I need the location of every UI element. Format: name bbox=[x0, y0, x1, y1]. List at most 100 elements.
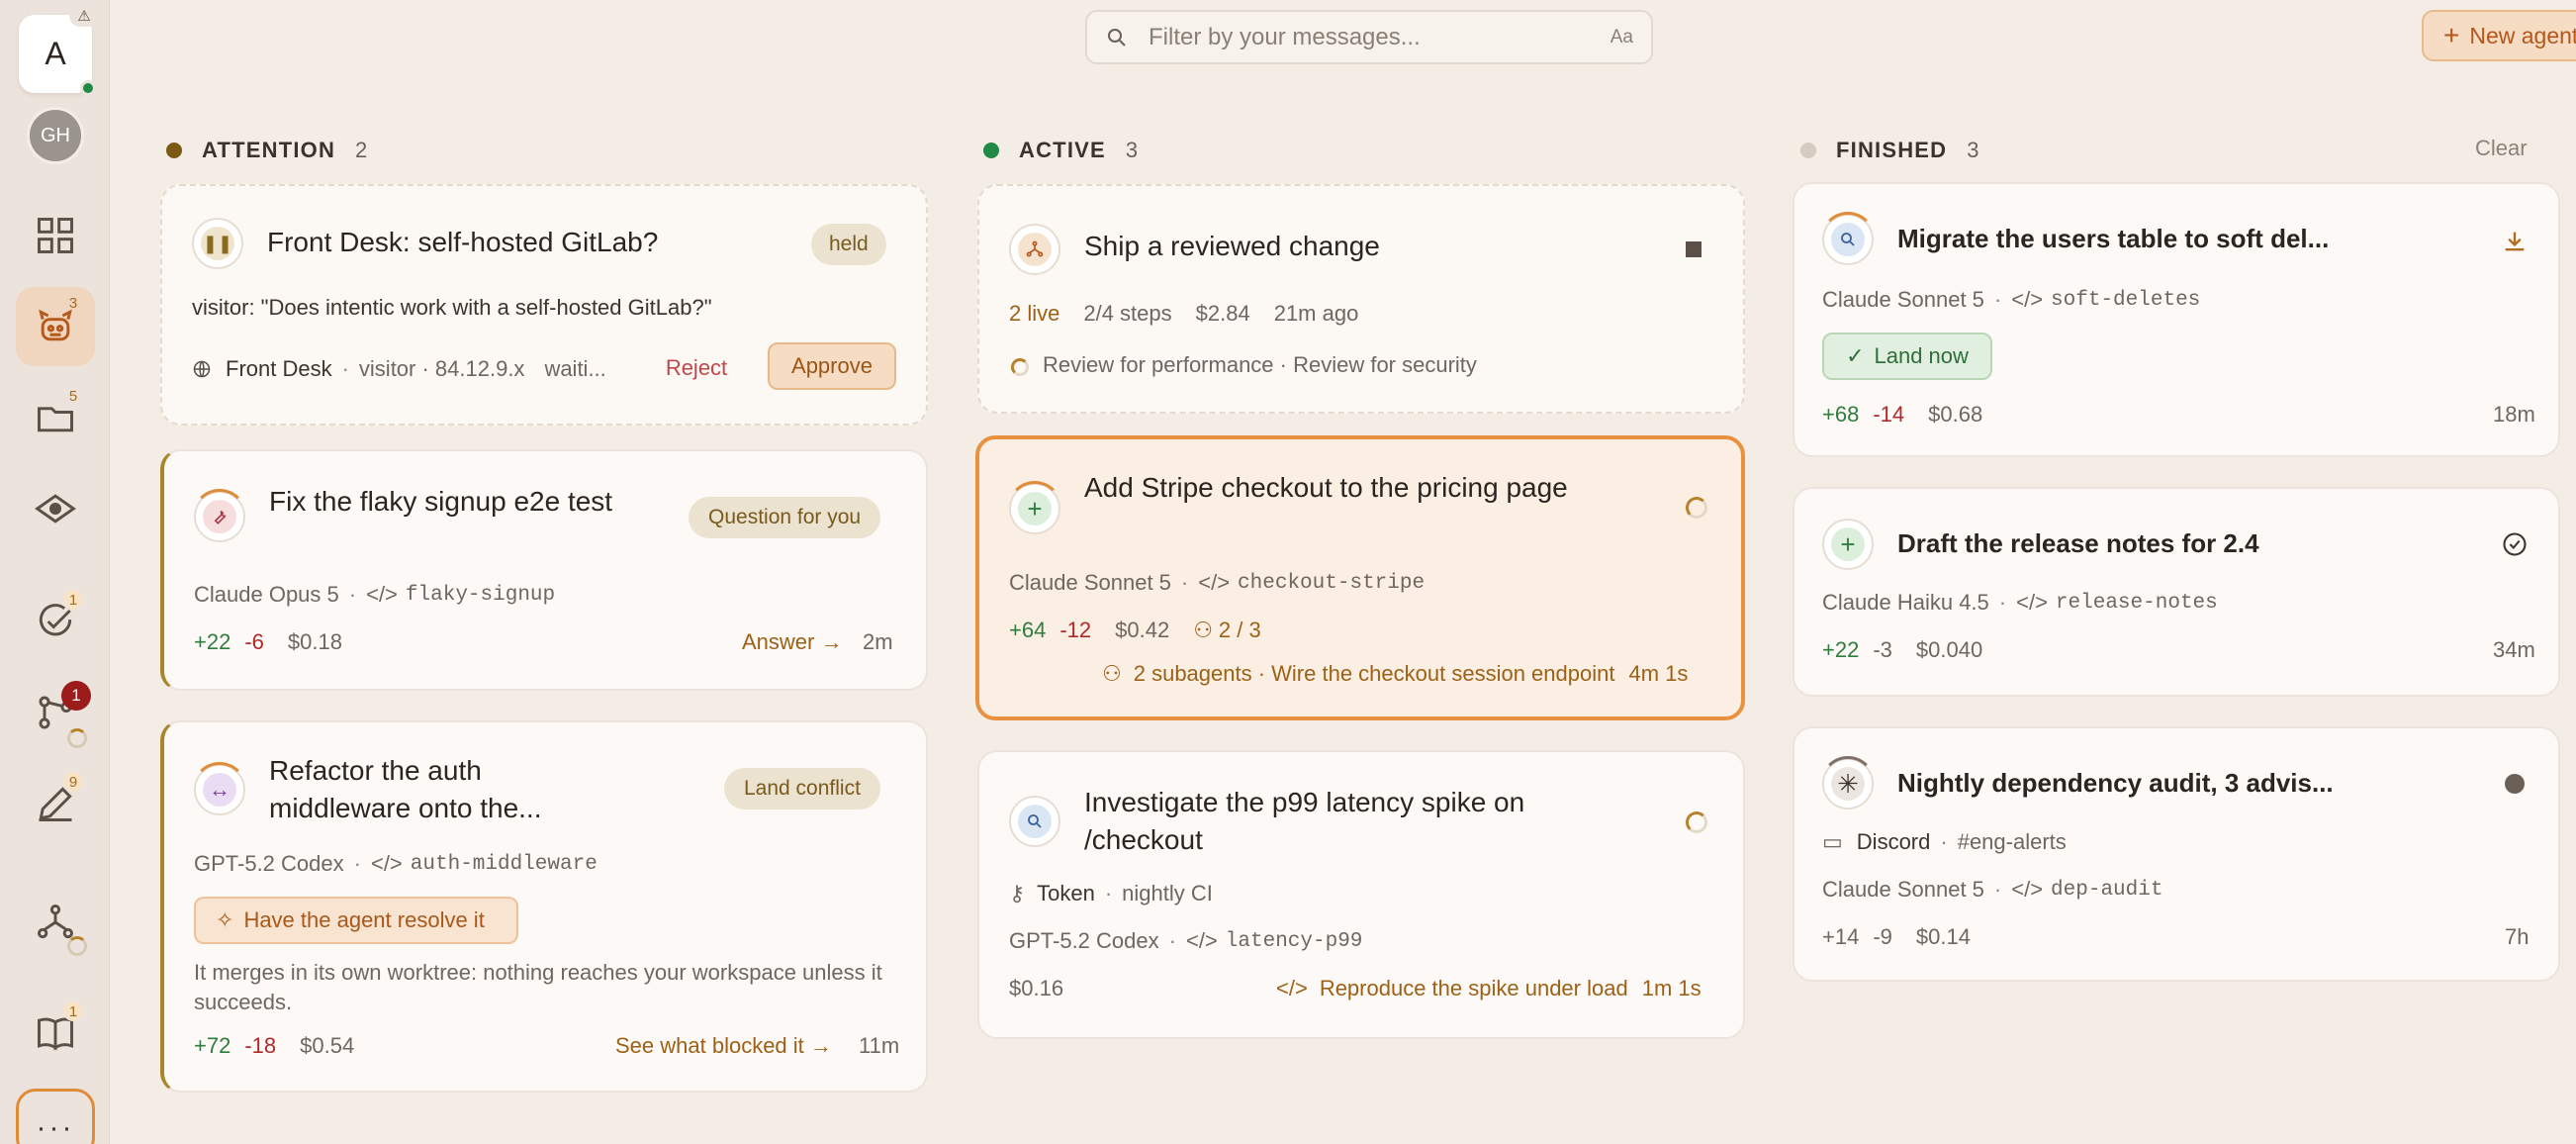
live-label: 2 live bbox=[1009, 301, 1060, 326]
cost-label: $0.040 bbox=[1915, 637, 1983, 662]
column-header-finished: FINISHED 3 bbox=[1800, 135, 1980, 166]
card-latency-spike[interactable]: Investigate the p99 latency spike on /ch… bbox=[977, 750, 1745, 1039]
source-label: Front Desk bbox=[226, 356, 332, 381]
search-input[interactable]: Filter by your messages... Aa bbox=[1085, 10, 1653, 64]
blocked-link[interactable]: See what blocked it → bbox=[615, 1033, 832, 1059]
nav-agents[interactable] bbox=[16, 287, 95, 366]
card-stats: +68 -14 $0.68 bbox=[1822, 402, 1982, 428]
card-flaky-signup[interactable]: Fix the flaky signup e2e test Question f… bbox=[160, 449, 928, 691]
resolve-label: Have the agent resolve it bbox=[243, 907, 485, 932]
time-label: 2m bbox=[863, 629, 893, 654]
card-status-icon bbox=[192, 489, 247, 542]
resolve-button[interactable]: ✧ Have the agent resolve it bbox=[194, 897, 518, 944]
card-meta: Claude Sonnet 5 · </> dep-audit bbox=[1822, 877, 2163, 902]
answer-link[interactable]: Answer → bbox=[742, 629, 842, 655]
sparkle-icon: ✧ bbox=[216, 907, 234, 932]
lines-added: +22 bbox=[1822, 637, 1860, 662]
pause-icon: ❚❚ bbox=[201, 227, 234, 260]
card-migrate-users[interactable]: Migrate the users table to soft del... C… bbox=[1793, 182, 2560, 457]
download-icon[interactable] bbox=[2501, 228, 2529, 255]
step-label: Reproduce the spike under load bbox=[1319, 976, 1628, 1001]
agent-count: 2 / 3 bbox=[1218, 618, 1261, 642]
new-agent-button[interactable]: + New agent bbox=[2422, 10, 2576, 61]
card-title: Migrate the users table to soft del... bbox=[1897, 224, 2330, 253]
steps-label: 2/4 steps bbox=[1083, 301, 1172, 326]
card-status-icon bbox=[1009, 796, 1060, 847]
card-status-icon: ❚❚ bbox=[192, 218, 243, 269]
time-label: 7h bbox=[2505, 924, 2530, 949]
nav-watch[interactable] bbox=[16, 469, 95, 548]
model-label: Claude Opus 5 bbox=[194, 582, 339, 607]
lines-deleted: -3 bbox=[1873, 637, 1892, 662]
card-stripe-checkout[interactable]: + Add Stripe checkout to the pricing pag… bbox=[975, 435, 1745, 720]
model-label: Claude Sonnet 5 bbox=[1822, 877, 1984, 902]
code-icon: </> bbox=[1185, 928, 1218, 953]
land-now-label: Land now bbox=[1874, 343, 1969, 368]
warning-icon[interactable]: ⚠ bbox=[69, 5, 99, 27]
code-icon: </> bbox=[2011, 877, 2044, 902]
branch-label: auth-middleware bbox=[410, 852, 598, 876]
branch-label: latency-p99 bbox=[1225, 929, 1363, 953]
stop-icon[interactable] bbox=[1686, 241, 1702, 257]
model-label: Claude Sonnet 5 bbox=[1009, 570, 1171, 595]
card-front-desk[interactable]: ❚❚ Front Desk: self-hosted GitLab? held … bbox=[160, 184, 928, 426]
column-header-attention: ATTENTION 2 bbox=[166, 135, 368, 166]
online-status-dot bbox=[80, 80, 96, 96]
time-label: 18m bbox=[2493, 402, 2535, 427]
subagent-label: 2 subagents · Wire the checkout session … bbox=[1133, 661, 1615, 686]
land-now-button[interactable]: ✓ Land now bbox=[1822, 333, 1992, 380]
lines-added: +64 bbox=[1009, 618, 1047, 642]
attention-count: 2 bbox=[355, 138, 369, 162]
approve-button[interactable]: Approve bbox=[768, 342, 896, 390]
nav-dashboard[interactable] bbox=[16, 196, 95, 275]
key-icon: ⚷ bbox=[1009, 881, 1026, 906]
card-meta: Claude Sonnet 5 · </> soft-deletes bbox=[1822, 287, 2201, 312]
nav-docs-badge: 1 bbox=[63, 1001, 83, 1021]
lines-deleted: -18 bbox=[244, 1033, 277, 1058]
card-ship-change[interactable]: Ship a reviewed change 2 live 2/4 steps … bbox=[977, 184, 1745, 414]
more-button[interactable]: ··· bbox=[16, 1089, 95, 1144]
grid-icon bbox=[38, 218, 73, 253]
app-logo-letter: A bbox=[45, 36, 66, 71]
clear-finished-link[interactable]: Clear bbox=[2475, 136, 2528, 161]
card-stats: +22 -6 $0.18 bbox=[194, 629, 342, 655]
eye-icon bbox=[35, 494, 76, 524]
visitor-label: visitor · 84.12.9.x bbox=[358, 356, 525, 381]
model-label: GPT-5.2 Codex bbox=[194, 851, 344, 876]
card-dependency-audit[interactable]: ✳ Nightly dependency audit, 3 advis... ▭… bbox=[1793, 726, 2560, 982]
card-release-notes[interactable]: + Draft the release notes for 2.4 Claude… bbox=[1793, 487, 2560, 697]
cost-label: $0.42 bbox=[1115, 618, 1170, 642]
finished-count: 3 bbox=[1967, 138, 1980, 162]
card-stats: +14 -9 $0.14 bbox=[1822, 924, 1971, 950]
avatar[interactable]: GH bbox=[27, 107, 84, 164]
ago-label: 21m ago bbox=[1273, 301, 1359, 326]
finished-dot bbox=[1800, 143, 1816, 158]
time-label: 34m bbox=[2493, 637, 2535, 662]
nav-tasks[interactable] bbox=[16, 582, 95, 661]
code-icon: </> bbox=[2011, 287, 2044, 312]
nav-tasks-badge: 1 bbox=[63, 590, 83, 610]
chat-icon: ▭ bbox=[1822, 829, 1843, 854]
token-label: Token bbox=[1037, 881, 1095, 906]
card-status-icon: ✳ bbox=[1820, 756, 1876, 810]
running-spinner bbox=[1011, 358, 1029, 376]
lines-deleted: -6 bbox=[244, 629, 264, 654]
model-label: Claude Haiku 4.5 bbox=[1822, 590, 1989, 615]
channel-label: #eng-alerts bbox=[1957, 829, 2067, 854]
card-title: Front Desk: self-hosted GitLab? bbox=[267, 227, 659, 257]
nav-docs[interactable] bbox=[16, 994, 95, 1073]
card-stats: +72 -18 $0.54 bbox=[194, 1033, 354, 1059]
code-icon: </> bbox=[1276, 976, 1308, 1001]
card-refactor-auth[interactable]: ↔ Refactor the auth middleware onto the.… bbox=[160, 720, 928, 1093]
nav-projects[interactable] bbox=[16, 378, 95, 457]
card-stats: +64 -12 $0.42 ⚇ 2 / 3 bbox=[1009, 618, 1261, 643]
merge-note: It merges in its own worktree: nothing r… bbox=[194, 960, 882, 1014]
source-label: Discord bbox=[1856, 829, 1931, 854]
card-title: Refactor the auth middleware onto the... bbox=[269, 755, 542, 823]
card-meta: Claude Opus 5 · </> flaky-signup bbox=[194, 582, 556, 607]
nav-edit[interactable] bbox=[16, 764, 95, 843]
card-title: Nightly dependency audit, 3 advis... bbox=[1897, 768, 2334, 798]
reject-button[interactable]: Reject bbox=[647, 344, 746, 392]
code-icon: </> bbox=[370, 851, 403, 876]
match-case-toggle[interactable]: Aa bbox=[1610, 27, 1633, 48]
